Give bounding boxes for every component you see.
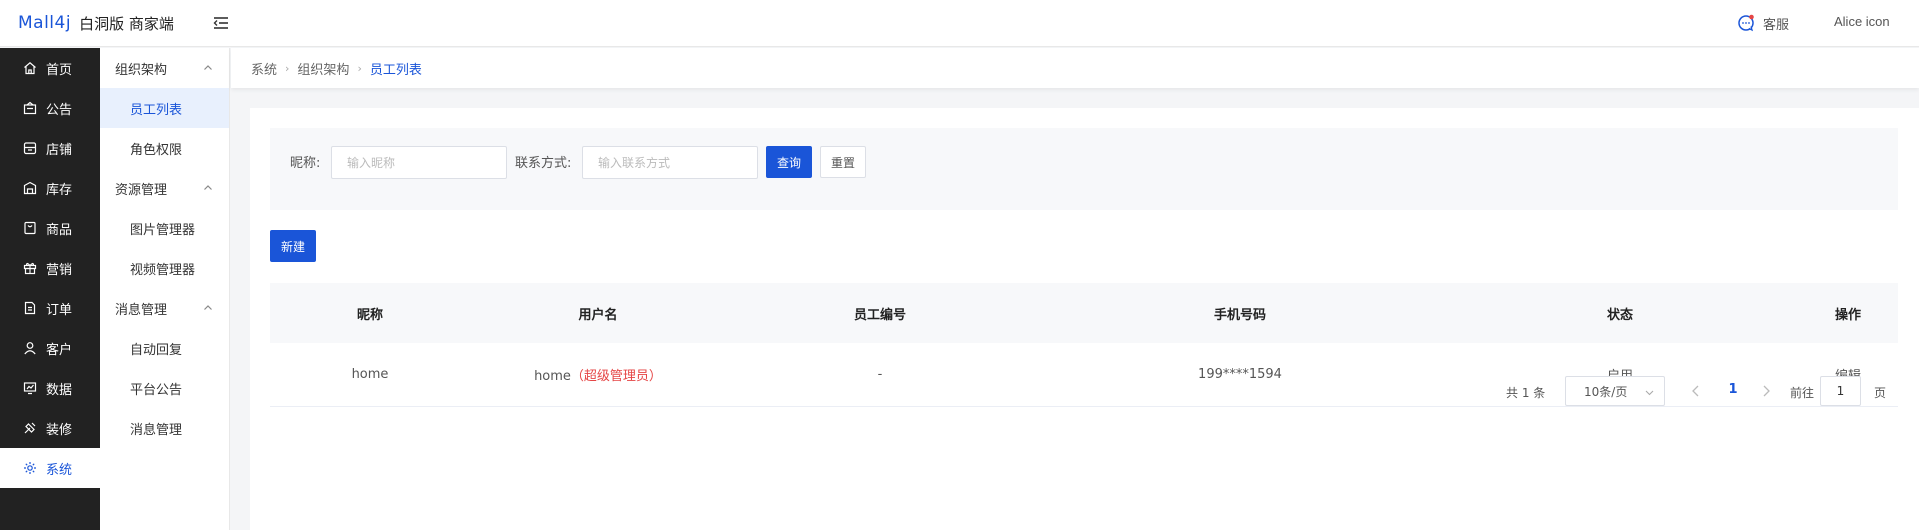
logo-text: 白洞版 商家端 xyxy=(79,14,174,33)
user-menu[interactable]: Alice icon xyxy=(1834,14,1890,29)
sidebar-item-label: 店铺 xyxy=(46,142,73,158)
sidebar-item-announcement[interactable]: 公告 xyxy=(0,88,100,128)
data-icon xyxy=(23,382,37,395)
submenu-group-organization[interactable]: 组织架构 xyxy=(100,48,229,88)
sidebar-item-label: 库存 xyxy=(46,182,73,198)
pagination-total: 共 1 条 xyxy=(1506,386,1546,400)
contact-label: 联系方式: xyxy=(515,156,572,171)
submenu-group-label: 组织架构 xyxy=(115,62,168,78)
sidebar-item-label: 系统 xyxy=(46,462,73,478)
gear-icon xyxy=(24,462,36,474)
shop-icon xyxy=(23,142,37,155)
goto-label: 前往 xyxy=(1790,386,1815,400)
table-header: 昵称 用户名 员工编号 手机号码 状态 操作 xyxy=(270,283,1898,343)
announcement-icon xyxy=(23,101,37,115)
logo-mark: Mall4j xyxy=(18,13,72,33)
submenu-group-messages[interactable]: 消息管理 xyxy=(100,288,229,328)
sidebar-item-label: 客户 xyxy=(46,342,73,358)
page-suffix-label: 页 xyxy=(1874,386,1887,400)
main-content-card: 昵称: 联系方式: 查询 重置 新建 昵称 用户名 员工编号 手机号码 状态 操… xyxy=(250,108,1919,530)
chevron-right-icon: › xyxy=(357,61,362,75)
submenu-group-label: 消息管理 xyxy=(115,302,168,318)
decorate-icon xyxy=(24,422,36,434)
gift-icon xyxy=(23,262,37,275)
submenu-item-message-management[interactable]: 消息管理 xyxy=(100,408,229,448)
sidebar-item-customer[interactable]: 客户 xyxy=(0,328,100,368)
submenu-item-auto-reply[interactable]: 自动回复 xyxy=(100,328,229,368)
column-header-employee-no: 员工编号 xyxy=(853,307,906,323)
submenu-item-image-manager[interactable]: 图片管理器 xyxy=(100,208,229,248)
contact-input[interactable] xyxy=(582,146,758,179)
submenu-item-role-permissions[interactable]: 角色权限 xyxy=(100,128,229,168)
sidebar-item-marketing[interactable]: 营销 xyxy=(0,248,100,288)
home-icon xyxy=(24,62,36,75)
column-header-status: 状态 xyxy=(1606,307,1633,323)
breadcrumb: 系统 › 组织架构 › 员工列表 xyxy=(231,48,1919,88)
sidebar-item-inventory[interactable]: 库存 xyxy=(0,168,100,208)
order-icon xyxy=(24,301,36,315)
cell-phone: 199****1594 xyxy=(1198,367,1282,382)
submenu-item-video-manager[interactable]: 视频管理器 xyxy=(100,248,229,288)
top-header: Mall4j 白洞版 商家端 客服 Alice icon xyxy=(0,0,1919,47)
username-text: home xyxy=(534,369,571,384)
sidebar-item-label: 公告 xyxy=(46,102,73,118)
cell-employee-no: - xyxy=(877,367,883,382)
prev-page-icon[interactable] xyxy=(1688,383,1704,399)
breadcrumb-current: 员工列表 xyxy=(369,62,422,78)
query-button[interactable]: 查询 xyxy=(766,146,812,178)
user-icon xyxy=(24,342,36,355)
reset-button[interactable]: 重置 xyxy=(820,146,866,178)
sidebar-item-label: 商品 xyxy=(46,222,73,238)
sidebar-item-label: 订单 xyxy=(46,302,73,318)
chat-icon xyxy=(1738,14,1754,32)
breadcrumb-item[interactable]: 组织架构 xyxy=(297,59,349,78)
customer-service-label: 客服 xyxy=(1763,17,1790,33)
sidebar-item-order[interactable]: 订单 xyxy=(0,288,100,328)
chevron-up-icon xyxy=(204,185,212,190)
sidebar-item-system[interactable]: 系统 xyxy=(0,448,100,488)
chevron-up-icon xyxy=(204,305,212,310)
sidebar-item-label: 首页 xyxy=(46,62,73,78)
menu-fold-icon[interactable] xyxy=(212,14,230,32)
sidebar-item-product[interactable]: 商品 xyxy=(0,208,100,248)
new-button[interactable]: 新建 xyxy=(270,230,316,262)
submenu-item-staff-list[interactable]: 员工列表 xyxy=(100,88,229,128)
chevron-right-icon: › xyxy=(285,61,290,75)
page-size-select[interactable]: 10条/页 xyxy=(1565,376,1665,406)
sidebar-item-shop[interactable]: 店铺 xyxy=(0,128,100,168)
page-size-value: 10条/页 xyxy=(1584,384,1628,399)
sidebar-item-home[interactable]: 首页 xyxy=(0,48,100,88)
column-header-actions: 操作 xyxy=(1834,307,1861,323)
super-admin-tag: （超级管理员） xyxy=(570,369,662,384)
main-sidebar: 首页 公告 店铺 库存 商品 营销 订单 客户 数据 装修 系统 xyxy=(0,48,100,530)
nickname-label: 昵称: xyxy=(290,156,321,171)
goto-page-input[interactable] xyxy=(1820,376,1861,406)
cell-username: home（超级管理员） xyxy=(498,365,698,384)
chevron-up-icon xyxy=(204,65,212,70)
sidebar-item-label: 装修 xyxy=(46,422,73,438)
submenu-group-label: 资源管理 xyxy=(115,182,168,198)
customer-service-button[interactable]: 客服 xyxy=(1737,12,1789,34)
sub-sidebar: 组织架构 员工列表 角色权限 资源管理 图片管理器 视频管理器 消息管理 自动回… xyxy=(100,48,230,530)
chevron-down-icon xyxy=(1645,390,1654,396)
next-page-icon[interactable] xyxy=(1758,383,1774,399)
submenu-group-resources[interactable]: 资源管理 xyxy=(100,168,229,208)
submenu-item-platform-announcement[interactable]: 平台公告 xyxy=(100,368,229,408)
inventory-icon xyxy=(23,181,37,195)
column-header-phone: 手机号码 xyxy=(1213,307,1266,323)
sidebar-item-label: 营销 xyxy=(46,262,73,278)
sidebar-item-decorate[interactable]: 装修 xyxy=(0,408,100,448)
logo[interactable]: Mall4j 白洞版 商家端 xyxy=(18,10,174,36)
nickname-input[interactable] xyxy=(331,146,507,179)
column-header-username: 用户名 xyxy=(578,307,618,323)
page-number-current[interactable]: 1 xyxy=(1723,382,1743,397)
product-icon xyxy=(24,221,36,235)
search-form: 昵称: 联系方式: 查询 重置 xyxy=(270,128,1898,210)
cell-nickname: home xyxy=(351,367,389,382)
sidebar-item-data[interactable]: 数据 xyxy=(0,368,100,408)
sidebar-item-label: 数据 xyxy=(46,382,73,398)
breadcrumb-item[interactable]: 系统 xyxy=(251,59,277,78)
column-header-nickname: 昵称 xyxy=(356,307,383,323)
